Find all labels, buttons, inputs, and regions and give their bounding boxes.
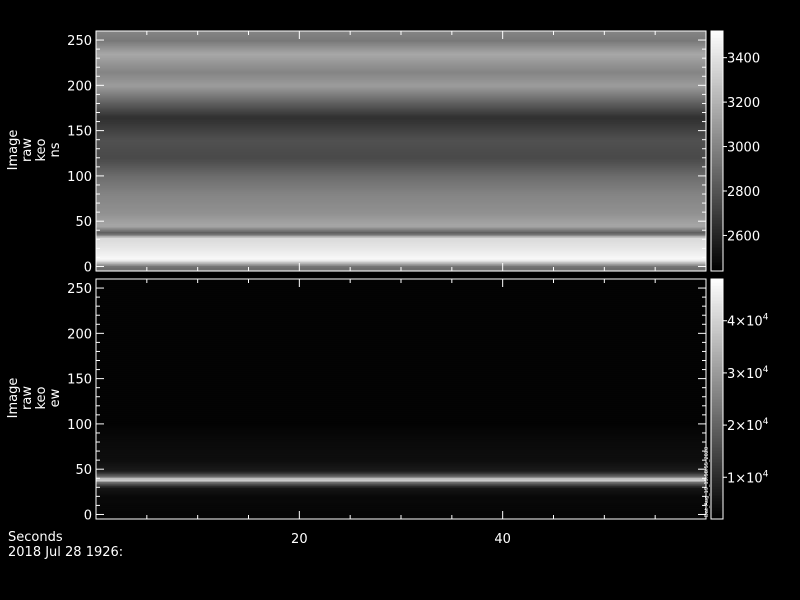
y-tick-label: 250 bbox=[67, 282, 92, 297]
colorbar-tick-label: 3×104 bbox=[727, 365, 769, 382]
colorbar-tick-label: 3200 bbox=[727, 96, 760, 111]
y-tick-label: 150 bbox=[67, 125, 92, 140]
y-tick-label: 0 bbox=[84, 260, 92, 275]
x-axis-label: Seconds bbox=[8, 530, 63, 545]
x-tick-label: 20 bbox=[291, 532, 308, 547]
colorbar-tick-exponent: 4 bbox=[763, 469, 769, 479]
colorbar-tick-label: 2600 bbox=[727, 229, 760, 244]
colorbar-tick-label: 3400 bbox=[727, 52, 760, 67]
y-axis-label: Image bbox=[6, 378, 21, 419]
colorbar-tick-label: 2×104 bbox=[727, 417, 769, 434]
colorbar-cell bbox=[711, 279, 723, 283]
y-axis-label: Image bbox=[6, 130, 21, 171]
heatmap-image-1 bbox=[96, 279, 706, 520]
colorbar-tick-label: 2800 bbox=[727, 185, 760, 200]
y-tick-label: 250 bbox=[67, 34, 92, 49]
y-tick-label: 150 bbox=[67, 373, 92, 388]
date-label: 2018 Jul 28 1926: bbox=[8, 545, 124, 560]
colorbar-tick-label: 1×104 bbox=[727, 469, 769, 486]
colorbar-cell bbox=[711, 31, 723, 35]
y-tick-label: 200 bbox=[67, 79, 92, 94]
keogram-figure: 050100150200250Image raw keo ns260028003000… bbox=[6, 30, 769, 547]
x-tick-label: 40 bbox=[494, 532, 511, 547]
colorbar-tick-label: 3000 bbox=[727, 141, 760, 156]
heatmap-image-0 bbox=[96, 31, 706, 272]
panel-1: 0 50 100 150 200 250 20 40 Image raw keo ew 1×104 2×1… bbox=[6, 278, 769, 547]
colorbar-tick-exponent: 4 bbox=[763, 417, 769, 427]
colorbar-0 bbox=[711, 31, 723, 272]
y-tick-label: 0 bbox=[84, 508, 92, 523]
y-tick-label: 100 bbox=[67, 418, 92, 433]
y-axis-label: keo bbox=[34, 138, 49, 161]
colorbar-tick-label: 4×104 bbox=[727, 313, 769, 330]
y-axis-label: ew bbox=[48, 388, 63, 407]
colorbar-1 bbox=[711, 279, 723, 520]
y-tick-label: 50 bbox=[75, 215, 92, 230]
y-tick-label: 100 bbox=[67, 170, 92, 185]
y-tick-label: 50 bbox=[75, 463, 92, 478]
y-axis-label: keo bbox=[34, 386, 49, 409]
colorbar-tick-exponent: 4 bbox=[763, 313, 769, 323]
timestamp-side-text: Dat_Aug_19_15:58:55_2020 bbox=[704, 447, 710, 517]
colorbar-tick-exponent: 4 bbox=[763, 365, 769, 375]
y-tick-label: 200 bbox=[67, 327, 92, 342]
y-axis-label: raw bbox=[20, 386, 35, 410]
y-axis-label: ns bbox=[48, 142, 63, 157]
panel-0: 0 50 100 150 200 250 Image raw keo ns 2600 2800 3000… bbox=[6, 30, 760, 275]
y-axis-label: raw bbox=[20, 138, 35, 162]
